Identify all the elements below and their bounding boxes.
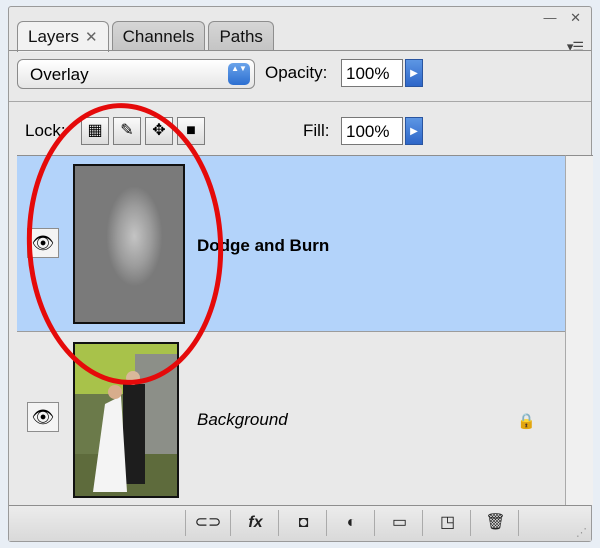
tab-paths[interactable]: Paths	[208, 21, 274, 51]
lock-image-icon[interactable]: ✎	[113, 117, 141, 145]
layer-style-icon[interactable]: fx	[233, 510, 279, 536]
tab-label: Layers	[28, 27, 80, 46]
tab-divider	[9, 50, 591, 51]
tab-label: Channels	[122, 26, 195, 46]
blend-row: Overlay ▲▼ Opacity: 100% ▶	[17, 59, 587, 89]
tab-channels[interactable]: Channels	[111, 21, 206, 51]
window-controls: — ✕	[533, 11, 581, 25]
layers-scrollbar[interactable]	[565, 155, 593, 505]
lock-icon: 🔒	[517, 413, 536, 430]
wedding-photo-thumbnail	[75, 344, 177, 496]
layers-bottom-bar: ⊂⊃ fx ◘ ◐ ▭ ◳ 🗑 ⋰	[9, 505, 591, 541]
close-icon[interactable]: ✕	[570, 11, 581, 25]
lock-label: Lock:	[25, 121, 66, 140]
panel-menu-icon[interactable]: ▾☰	[567, 39, 584, 55]
layer-name[interactable]: Dodge and Burn	[197, 236, 329, 256]
panel-tabs: Layers ✕ Channels Paths	[17, 21, 277, 52]
divider	[9, 101, 591, 102]
fill-label: Fill:	[303, 121, 330, 140]
tab-label: Paths	[219, 26, 263, 46]
resize-grip-icon[interactable]: ⋰	[576, 526, 587, 539]
fill-slider-button[interactable]: ▶	[405, 117, 423, 145]
adjustment-layer-icon[interactable]: ◐	[329, 510, 375, 536]
layer-row-dodge-and-burn[interactable]: 👁 Dodge and Burn	[17, 156, 565, 332]
layer-row-background[interactable]: 👁 Background 🔒	[17, 332, 565, 506]
layer-name[interactable]: Background	[197, 410, 288, 430]
minimize-icon[interactable]: —	[543, 11, 556, 25]
lock-row: Lock: ▦ ✎ ✥ ■ Fill: 100% ▶	[17, 117, 587, 147]
layers-panel: — ✕ ▾☰ Layers ✕ Channels Paths Overlay ▲…	[8, 6, 593, 542]
layers-list: 👁 Dodge and Burn 👁 Background 🔒	[17, 155, 565, 506]
blend-mode-select[interactable]: Overlay ▲▼	[17, 59, 255, 89]
select-arrows-icon: ▲▼	[228, 63, 250, 85]
opacity-slider-button[interactable]: ▶	[405, 59, 423, 87]
tab-close-icon[interactable]: ✕	[85, 28, 98, 46]
delete-layer-icon[interactable]: 🗑	[473, 510, 519, 536]
opacity-label: Opacity:	[265, 63, 328, 82]
layer-thumbnail	[73, 342, 179, 498]
layer-mask-icon[interactable]: ◘	[281, 510, 327, 536]
eye-icon[interactable]: 👁	[27, 228, 59, 258]
tab-layers[interactable]: Layers ✕	[17, 21, 109, 52]
lock-transparent-icon[interactable]: ▦	[81, 117, 109, 145]
eye-icon[interactable]: 👁	[27, 402, 59, 432]
lock-position-icon[interactable]: ✥	[145, 117, 173, 145]
fill-input[interactable]: 100%	[341, 117, 403, 145]
link-layers-icon[interactable]: ⊂⊃	[185, 510, 231, 536]
layer-thumbnail	[73, 164, 185, 324]
blend-mode-value: Overlay	[30, 65, 89, 84]
lock-all-icon[interactable]: ■	[177, 117, 205, 145]
new-group-icon[interactable]: ▭	[377, 510, 423, 536]
opacity-input[interactable]: 100%	[341, 59, 403, 87]
new-layer-icon[interactable]: ◳	[425, 510, 471, 536]
